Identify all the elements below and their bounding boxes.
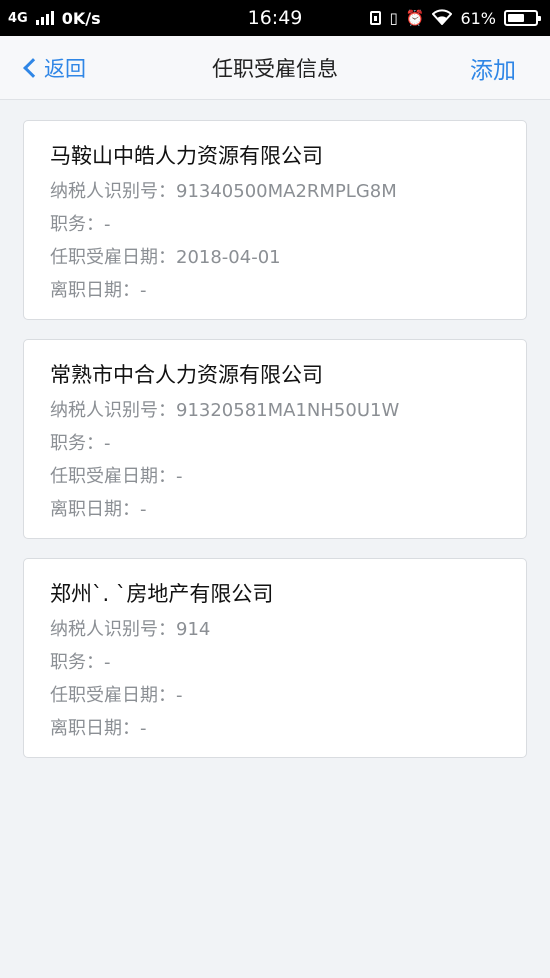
network-speed: 0K/s bbox=[61, 8, 101, 28]
hire-date: 任职受雇日期：2018-04-01 bbox=[50, 247, 281, 268]
signal-icon bbox=[35, 11, 54, 25]
company-name: 常熟市中合人力资源有限公司 bbox=[50, 363, 323, 387]
tax-id: 纳税人识别号：914 bbox=[50, 619, 211, 640]
company-name: 郑州`. `房地产有限公司 bbox=[50, 582, 274, 606]
alarm-icon: ⏰ bbox=[405, 8, 425, 27]
tax-id: 纳税人识别号：91320581MA1NH50U1W bbox=[50, 400, 400, 421]
position: 职务：- bbox=[50, 433, 111, 454]
back-label: 返回 bbox=[44, 57, 86, 81]
company-name: 马鞍山中皓人力资源有限公司 bbox=[50, 144, 323, 168]
position: 职务：- bbox=[50, 214, 111, 235]
hire-date: 任职受雇日期：- bbox=[50, 466, 183, 487]
chevron-left-icon bbox=[23, 58, 43, 78]
employment-card[interactable]: 郑州`. `房地产有限公司 纳税人识别号：914 职务：- 任职受雇日期：- 离… bbox=[23, 558, 527, 758]
position: 职务：- bbox=[50, 652, 111, 673]
wifi-icon bbox=[432, 8, 453, 28]
leave-date: 离职日期：- bbox=[50, 280, 147, 301]
status-left: 4G 0K/s bbox=[8, 9, 101, 28]
add-button[interactable]: 添加 bbox=[470, 36, 516, 100]
tax-id: 纳税人识别号：91340500MA2RMPLG8M bbox=[50, 181, 397, 202]
employment-card[interactable]: 常熟市中合人力资源有限公司 纳税人识别号：91320581MA1NH50U1W … bbox=[23, 339, 527, 539]
back-button[interactable]: 返回 bbox=[20, 36, 86, 100]
leave-date: 离职日期：- bbox=[50, 499, 147, 520]
network-type: 4G bbox=[8, 10, 28, 26]
employment-card[interactable]: 马鞍山中皓人力资源有限公司 纳税人识别号：91340500MA2RMPLG8M … bbox=[23, 120, 527, 320]
nav-bar: 返回 任职受雇信息 添加 bbox=[0, 36, 550, 100]
leave-date: 离职日期：- bbox=[50, 718, 147, 739]
status-bar: 4G 0K/s ▯ ⏰ 61% 16:49 bbox=[0, 0, 550, 36]
battery-percent: 61% bbox=[460, 8, 496, 28]
hire-date: 任职受雇日期：- bbox=[50, 685, 183, 706]
lock-icon bbox=[370, 11, 382, 25]
employment-list: 马鞍山中皓人力资源有限公司 纳税人识别号：91340500MA2RMPLG8M … bbox=[0, 100, 550, 758]
vibrate-icon: ▯ bbox=[389, 8, 398, 27]
battery-icon bbox=[504, 10, 541, 26]
status-right: ▯ ⏰ 61% bbox=[370, 8, 541, 28]
